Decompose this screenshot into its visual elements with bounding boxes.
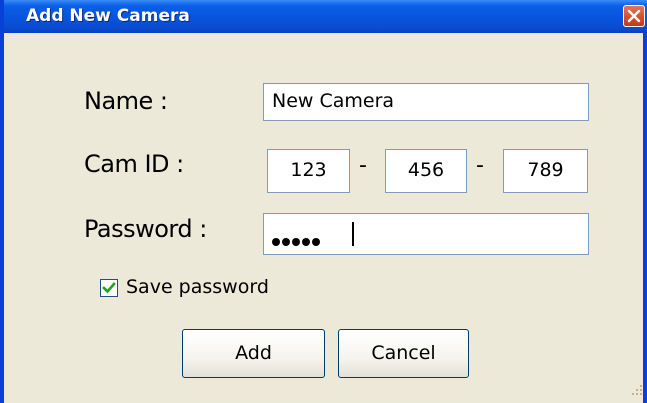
password-mask-dot	[282, 238, 290, 246]
close-button[interactable]	[623, 5, 645, 27]
text-caret	[352, 222, 354, 246]
cam-id-part-3-input[interactable]: 789	[503, 149, 588, 193]
save-password-label[interactable]: Save password	[126, 276, 269, 298]
name-label: Name :	[84, 87, 168, 115]
save-password-checkbox[interactable]	[100, 279, 118, 297]
add-camera-dialog: Add New Camera Name : New Camera Cam ID …	[0, 0, 647, 403]
name-input-value: New Camera	[272, 90, 395, 112]
password-mask-dot	[302, 238, 310, 246]
close-icon	[627, 9, 641, 23]
cancel-button[interactable]: Cancel	[338, 329, 469, 378]
add-button[interactable]: Add	[182, 329, 325, 378]
cam-id-part-3-value: 789	[527, 159, 564, 181]
cam-id-part-1-input[interactable]: 123	[267, 149, 350, 193]
name-input[interactable]: New Camera	[263, 83, 589, 121]
password-mask-dot	[312, 238, 320, 246]
cam-id-separator-1: -	[359, 153, 367, 178]
password-mask-dot	[272, 238, 280, 246]
cam-id-part-1-value: 123	[290, 159, 327, 181]
window-title: Add New Camera	[26, 6, 190, 26]
password-mask	[272, 229, 322, 251]
checkmark-icon	[102, 282, 116, 294]
cam-id-label: Cam ID :	[84, 150, 184, 178]
password-label: Password :	[84, 215, 207, 243]
cam-id-separator-2: -	[476, 153, 484, 178]
resize-grip-icon[interactable]	[628, 383, 644, 399]
cam-id-part-2-input[interactable]: 456	[385, 149, 467, 193]
password-input[interactable]	[263, 213, 589, 255]
password-mask-dot	[292, 238, 300, 246]
title-bar[interactable]: Add New Camera	[4, 0, 647, 33]
cam-id-part-2-value: 456	[407, 159, 445, 181]
